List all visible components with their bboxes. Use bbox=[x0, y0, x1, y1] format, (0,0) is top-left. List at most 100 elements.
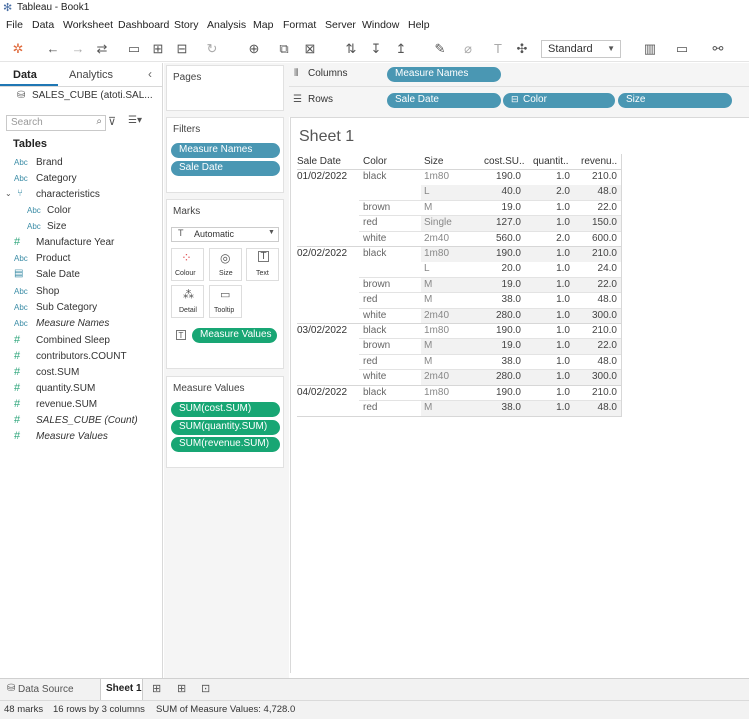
menu-format[interactable]: Format bbox=[283, 19, 316, 31]
cell-color[interactable]: black bbox=[363, 248, 386, 259]
tableau-home-icon[interactable]: ✲ bbox=[10, 41, 26, 57]
cell-quantity[interactable]: 1.0 bbox=[530, 248, 570, 259]
rows-shelf[interactable]: ☰ Rows Sale Date Color ⊟ Size bbox=[289, 88, 749, 114]
marks-pill-measure-values[interactable]: Measure Values bbox=[192, 328, 277, 343]
field-sales-cube-count[interactable]: # SALES_CUBE (Count) bbox=[0, 414, 160, 430]
pause-updates-icon[interactable]: ⊟ bbox=[174, 41, 190, 57]
show-cards-icon[interactable]: ▥ bbox=[642, 41, 658, 57]
cell-cost[interactable]: 280.0 bbox=[481, 371, 521, 382]
field-contributors-count[interactable]: # contributors.COUNT bbox=[0, 350, 160, 366]
cell-quantity[interactable]: 1.0 bbox=[530, 402, 570, 413]
measure-pill-cost[interactable]: SUM(cost.SUM) bbox=[171, 402, 280, 417]
tab-data[interactable]: Data bbox=[13, 69, 37, 81]
cell-size[interactable]: M bbox=[424, 294, 432, 305]
tab-data-source[interactable]: Data Source bbox=[18, 684, 74, 695]
cell-quantity[interactable]: 1.0 bbox=[530, 387, 570, 398]
tab-analytics[interactable]: Analytics bbox=[69, 69, 113, 81]
menu-story[interactable]: Story bbox=[174, 19, 199, 31]
new-story-icon[interactable]: ⊡ bbox=[201, 682, 210, 695]
menu-worksheet[interactable]: Worksheet bbox=[63, 19, 113, 31]
cell-quantity[interactable]: 1.0 bbox=[530, 325, 570, 336]
measure-pill-revenue[interactable]: SUM(revenue.SUM) bbox=[171, 437, 280, 452]
view-options-icon[interactable]: ☰▾ bbox=[128, 115, 142, 126]
cell-size[interactable]: M bbox=[424, 340, 432, 351]
cell-color[interactable]: brown bbox=[363, 279, 390, 290]
columns-pill-measure-names[interactable]: Measure Names bbox=[387, 67, 501, 82]
new-datasource-icon[interactable]: ⊞ bbox=[150, 41, 166, 57]
cell-color[interactable]: red bbox=[363, 217, 377, 228]
cell-quantity[interactable]: 2.0 bbox=[530, 233, 570, 244]
cell-color[interactable]: white bbox=[363, 233, 386, 244]
filter-pill-measure-names[interactable]: Measure Names bbox=[171, 143, 280, 158]
cell-cost[interactable]: 280.0 bbox=[481, 310, 521, 321]
field-combined-sleep[interactable]: # Combined Sleep bbox=[0, 334, 160, 350]
mark-type-dropdown[interactable]: T Automatic ▼ bbox=[171, 227, 279, 242]
cell-quantity[interactable]: 1.0 bbox=[530, 294, 570, 305]
header-revenue[interactable]: revenu.. bbox=[581, 156, 617, 167]
save-icon[interactable]: ▭ bbox=[126, 41, 142, 57]
field-color[interactable]: Abc Color bbox=[0, 204, 160, 220]
cell-sale-date[interactable]: 01/02/2022 bbox=[297, 171, 347, 182]
cell-revenue[interactable]: 300.0 bbox=[577, 310, 617, 321]
rows-pill-color[interactable]: Color bbox=[503, 93, 615, 108]
cell-size[interactable]: 1m80 bbox=[424, 387, 449, 398]
cell-color[interactable]: brown bbox=[363, 202, 390, 213]
tab-sheet1-container[interactable]: Sheet 1 bbox=[100, 679, 143, 700]
field-product[interactable]: Abc Product bbox=[0, 252, 160, 268]
cell-revenue[interactable]: 22.0 bbox=[577, 202, 617, 213]
cell-quantity[interactable]: 1.0 bbox=[530, 371, 570, 382]
field-sub-category[interactable]: Abc Sub Category bbox=[0, 301, 160, 317]
show-labels-icon[interactable]: T bbox=[490, 41, 506, 57]
cell-cost[interactable]: 38.0 bbox=[481, 402, 521, 413]
cell-size[interactable]: 1m80 bbox=[424, 248, 449, 259]
cell-size[interactable]: M bbox=[424, 402, 432, 413]
cell-size[interactable]: 2m40 bbox=[424, 233, 449, 244]
cell-cost[interactable]: 38.0 bbox=[481, 294, 521, 305]
cell-color[interactable]: red bbox=[363, 356, 377, 367]
cell-revenue[interactable]: 22.0 bbox=[577, 279, 617, 290]
replace-data-icon[interactable]: ⇄ bbox=[94, 41, 110, 57]
sort-descending-icon[interactable]: ↥ bbox=[393, 41, 409, 57]
rows-pill-size[interactable]: Size bbox=[618, 93, 732, 108]
cell-revenue[interactable]: 210.0 bbox=[577, 248, 617, 259]
filter-pill-sale-date[interactable]: Sale Date bbox=[171, 161, 280, 176]
menu-window[interactable]: Window bbox=[362, 19, 399, 31]
new-worksheet-icon[interactable]: ⊕ bbox=[246, 41, 262, 57]
cell-size[interactable]: L bbox=[424, 186, 430, 197]
cell-color[interactable]: white bbox=[363, 371, 386, 382]
filters-card[interactable]: Filters Measure Names Sale Date bbox=[166, 117, 284, 193]
redo-icon[interactable]: → bbox=[70, 41, 86, 57]
field-cost-sum[interactable]: # cost.SUM bbox=[0, 366, 160, 382]
cell-size[interactable]: 2m40 bbox=[424, 371, 449, 382]
field-size[interactable]: Abc Size bbox=[0, 220, 160, 236]
cell-quantity[interactable]: 1.0 bbox=[530, 279, 570, 290]
size-card-button[interactable]: ◎ Size bbox=[209, 248, 242, 281]
field-measure-values[interactable]: # Measure Values bbox=[0, 430, 160, 446]
text-card-button[interactable]: T Text bbox=[246, 248, 279, 281]
field-category[interactable]: Abc Category bbox=[0, 172, 160, 188]
detail-card-button[interactable]: ⁂ Detail bbox=[171, 285, 204, 318]
search-input[interactable]: Search ⌕ bbox=[6, 115, 106, 131]
cell-cost[interactable]: 40.0 bbox=[481, 186, 521, 197]
cell-cost[interactable]: 190.0 bbox=[481, 171, 521, 182]
cell-revenue[interactable]: 300.0 bbox=[577, 371, 617, 382]
collapse-pane-icon[interactable]: ‹ bbox=[148, 67, 152, 81]
fit-mode-dropdown[interactable]: Standard ▼ bbox=[541, 40, 621, 58]
menu-file[interactable]: File bbox=[6, 19, 23, 31]
cell-color[interactable]: black bbox=[363, 171, 386, 182]
cell-cost[interactable]: 190.0 bbox=[481, 325, 521, 336]
cell-revenue[interactable]: 48.0 bbox=[577, 402, 617, 413]
cell-size[interactable]: M bbox=[424, 202, 432, 213]
cell-revenue[interactable]: 600.0 bbox=[577, 233, 617, 244]
new-dashboard-icon[interactable]: ⊞ bbox=[177, 682, 186, 695]
cell-cost[interactable]: 38.0 bbox=[481, 356, 521, 367]
field-shop[interactable]: Abc Shop bbox=[0, 285, 160, 301]
cell-size[interactable]: Single bbox=[424, 217, 452, 228]
field-characteristics[interactable]: ⌄ ⑂ characteristics bbox=[0, 188, 160, 204]
new-worksheet-icon[interactable]: ⊞ bbox=[152, 682, 161, 695]
measure-pill-quantity[interactable]: SUM(quantity.SUM) bbox=[171, 420, 280, 435]
cell-size[interactable]: L bbox=[424, 263, 430, 274]
cell-cost[interactable]: 190.0 bbox=[481, 387, 521, 398]
cell-revenue[interactable]: 210.0 bbox=[577, 387, 617, 398]
cell-color[interactable]: black bbox=[363, 325, 386, 336]
